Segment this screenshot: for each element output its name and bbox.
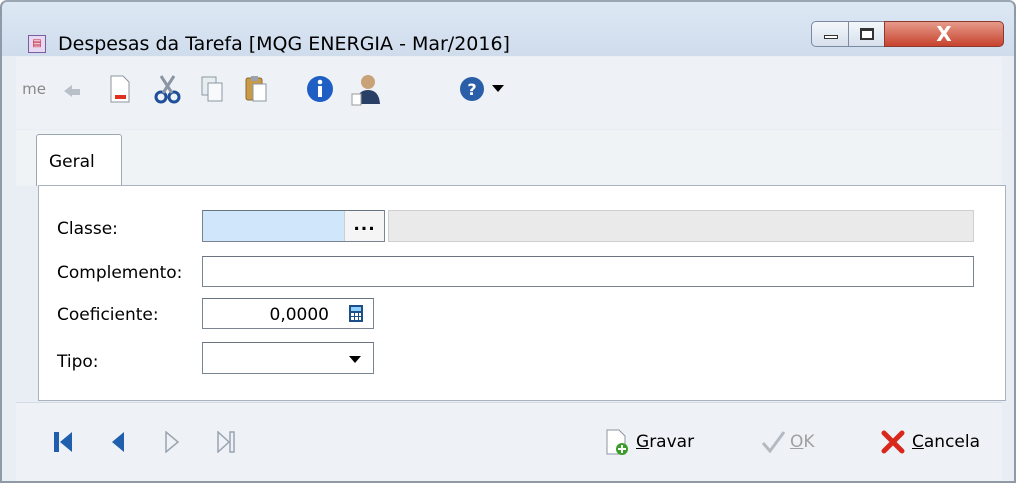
classe-lookup-button[interactable]: ... [344, 211, 384, 241]
first-record-icon[interactable] [54, 431, 74, 453]
checkmark-icon [761, 431, 786, 454]
chevron-down-icon [349, 356, 361, 363]
cancel-x-icon [881, 430, 905, 454]
user-icon[interactable] [344, 57, 388, 121]
tab-strip: Geral [16, 130, 1002, 186]
minimize-icon [824, 35, 838, 39]
tab-label: Geral [49, 152, 95, 172]
svg-text:?: ? [467, 80, 476, 99]
tipo-select[interactable] [202, 342, 374, 374]
title-bar[interactable]: ▤ Despesas da Tarefa [MQG ENERGIA - Mar/… [2, 2, 1014, 56]
close-icon: X [936, 22, 952, 46]
next-record-icon[interactable] [164, 431, 180, 453]
classe-input[interactable]: ... [202, 210, 385, 242]
ok-button[interactable]: OK [760, 427, 815, 457]
complemento-label: Complemento: [57, 263, 183, 283]
toolbar-text: me [22, 80, 46, 98]
minimize-button[interactable] [811, 21, 849, 47]
maximize-button[interactable] [848, 21, 885, 47]
app-icon[interactable]: ▤ [28, 35, 46, 53]
coeficiente-label: Coeficiente: [57, 305, 159, 325]
undo-icon[interactable] [54, 57, 90, 121]
close-button[interactable]: X [884, 21, 1004, 47]
cut-icon[interactable] [146, 57, 190, 121]
classe-description-field [388, 210, 974, 242]
maximize-icon [860, 28, 874, 40]
toolbar: me ? [16, 57, 1002, 129]
gravar-button[interactable]: Gravar [604, 427, 694, 457]
window-title: Despesas da Tarefa [MQG ENERGIA - Mar/20… [58, 33, 510, 55]
dropdown-arrow-icon[interactable] [488, 57, 508, 121]
previous-record-icon[interactable] [110, 431, 126, 453]
bottom-bar: Gravar OK Cancela [16, 402, 1002, 481]
tipo-label: Tipo: [57, 352, 99, 372]
cancela-button[interactable]: Cancela [880, 427, 980, 457]
complemento-input[interactable] [202, 256, 974, 287]
coeficiente-input[interactable]: 0,0000 [202, 298, 374, 329]
paste-icon[interactable] [236, 57, 276, 121]
new-document-icon[interactable] [98, 57, 142, 121]
help-icon[interactable]: ? [454, 57, 490, 121]
save-document-icon [606, 429, 628, 455]
copy-icon[interactable] [192, 57, 232, 121]
calculator-icon[interactable] [349, 305, 363, 322]
classe-label: Classe: [57, 219, 118, 239]
last-record-icon[interactable] [216, 431, 236, 453]
info-icon[interactable] [300, 57, 340, 121]
dialog-window: ▤ Despesas da Tarefa [MQG ENERGIA - Mar/… [0, 0, 1016, 483]
tab-geral[interactable]: Geral [36, 134, 122, 186]
